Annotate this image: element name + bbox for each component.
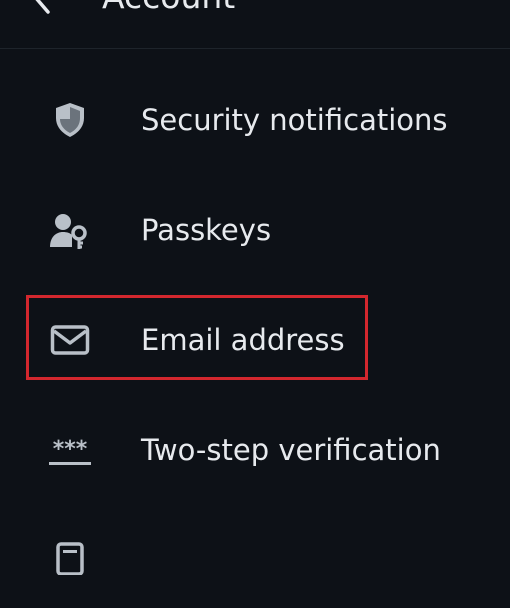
menu-item-label: Passkeys bbox=[141, 213, 272, 247]
highlight-box bbox=[26, 295, 368, 380]
person-key-icon bbox=[46, 207, 94, 255]
svg-text:***: *** bbox=[53, 437, 88, 462]
back-button[interactable] bbox=[22, 0, 62, 18]
document-icon bbox=[46, 534, 94, 582]
menu-item-passkeys[interactable]: Passkeys bbox=[0, 182, 510, 278]
menu-item-label: Two-step verification bbox=[141, 433, 441, 467]
menu-item-security-notifications[interactable]: Security notifications bbox=[0, 72, 510, 168]
asterisks-icon: *** bbox=[46, 428, 94, 476]
app-bar: Account bbox=[0, 0, 510, 49]
page-title: Account bbox=[102, 0, 235, 16]
back-arrow-icon bbox=[35, 0, 50, 14]
menu-item-label: Security notifications bbox=[141, 103, 448, 137]
shield-icon bbox=[46, 96, 94, 144]
menu-item-partial[interactable] bbox=[0, 512, 510, 608]
menu-item-two-step-verification[interactable]: *** Two-step verification bbox=[0, 402, 510, 498]
